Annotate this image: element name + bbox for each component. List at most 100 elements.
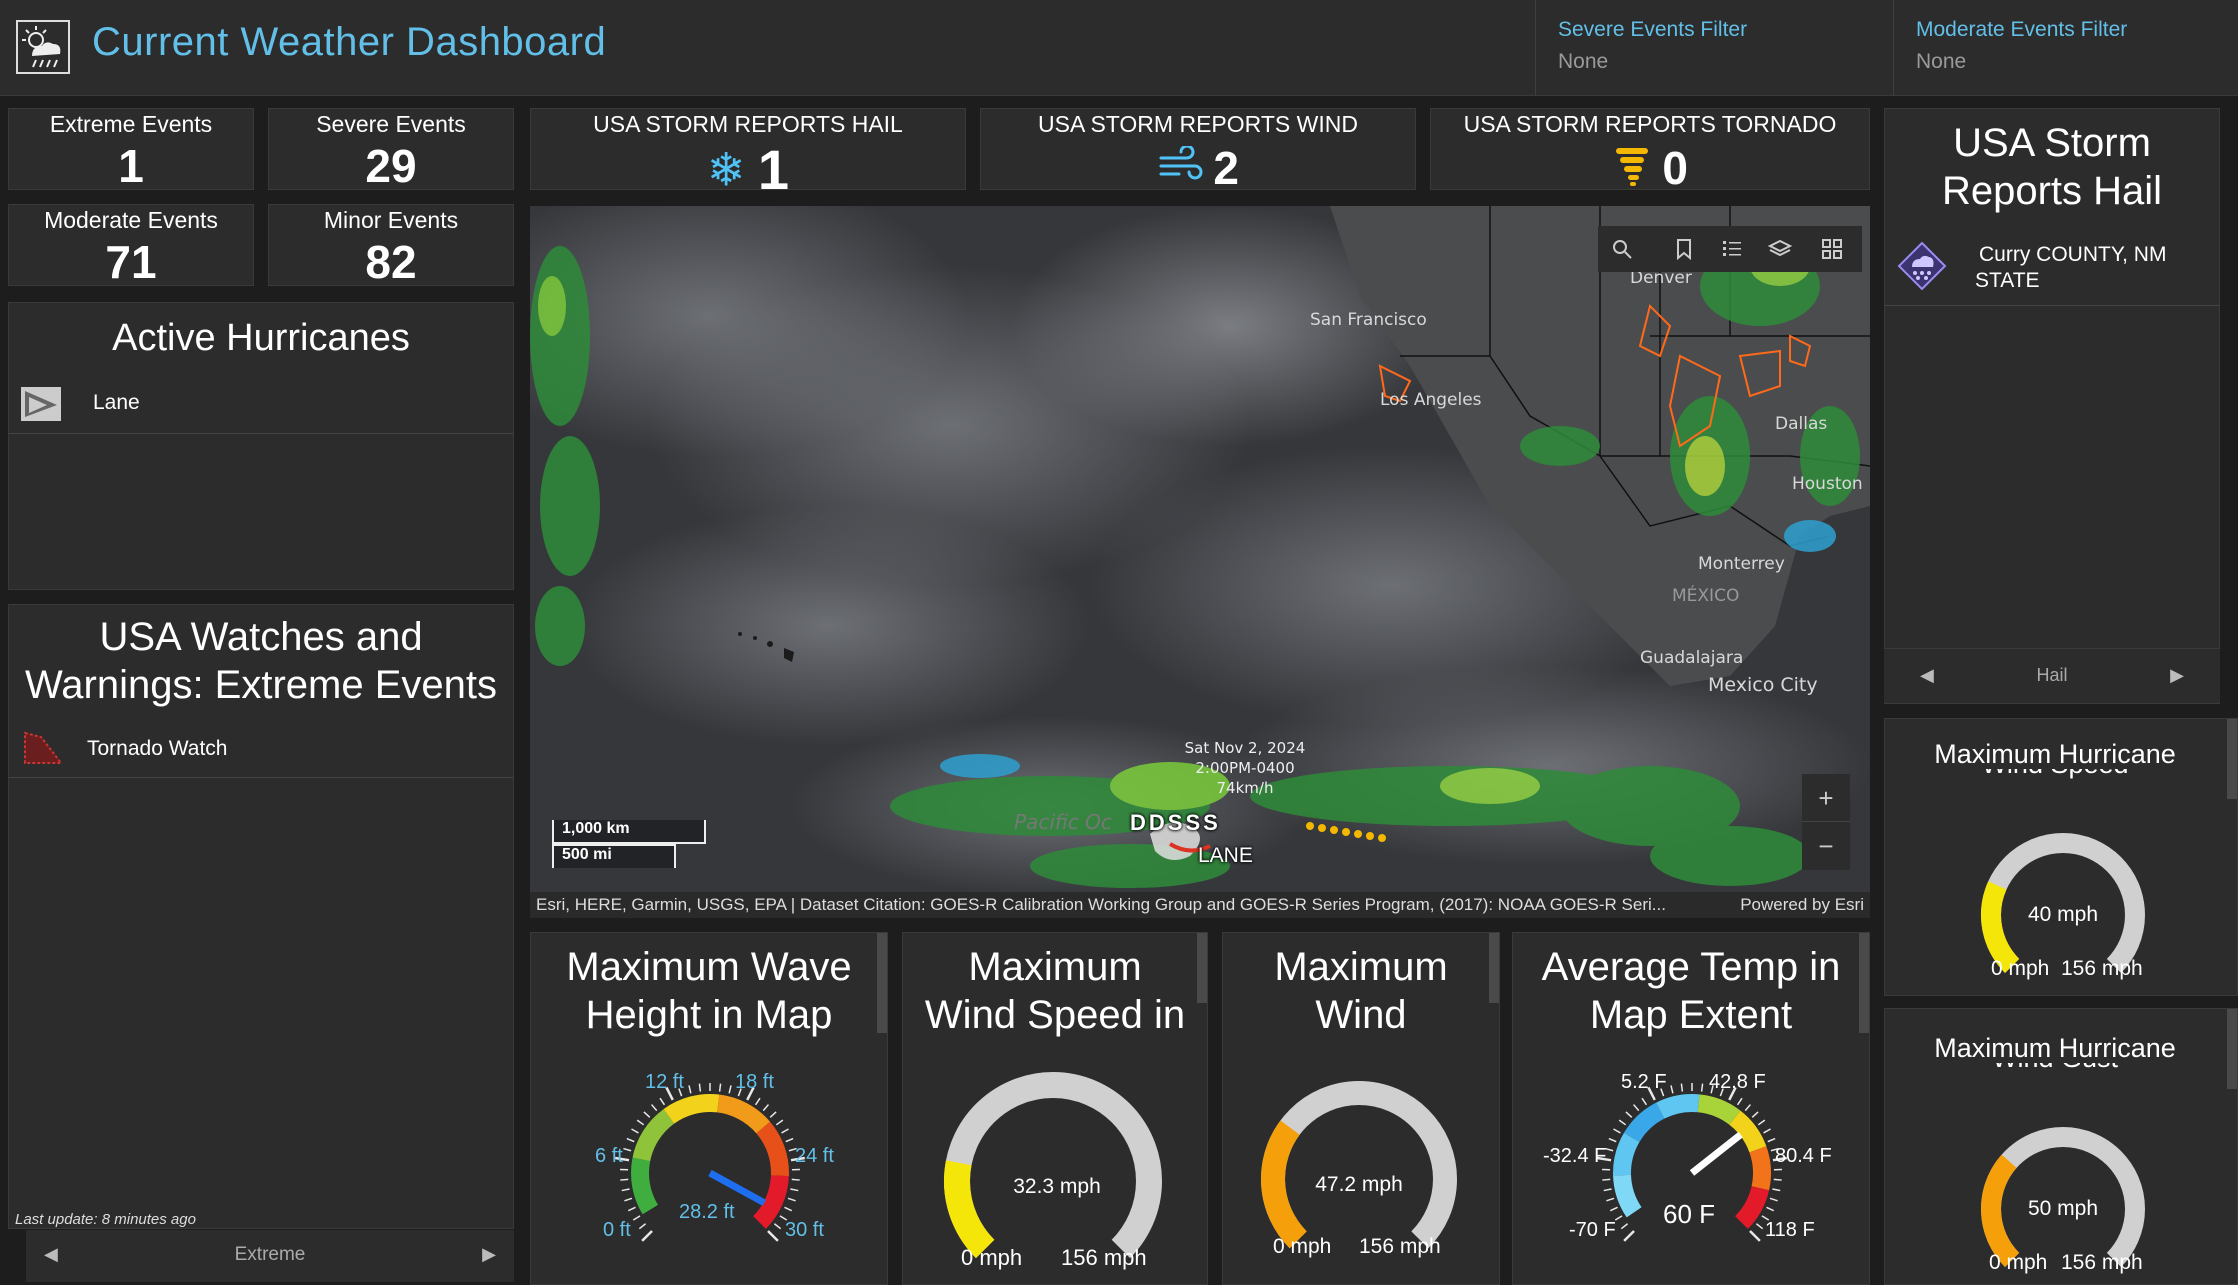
gauge-tick: [1618, 1119, 1627, 1126]
severe-events-indicator: Severe Events 29: [268, 108, 514, 192]
gauge-fill: [1981, 881, 2020, 973]
indicator-value: 2: [1213, 142, 1240, 194]
max-wind-gauge: Maximum Wind 47.2 mph 0 mph 156 mph: [1222, 932, 1500, 1285]
bookmark-icon[interactable]: [1660, 226, 1708, 272]
scrollbar[interactable]: [2227, 1009, 2237, 1089]
list-item[interactable]: Lane: [9, 377, 513, 434]
gauge-tick: [627, 1206, 636, 1212]
gauge-tick: [1767, 1137, 1776, 1143]
storm-time-label: Sat Nov 2, 2024 2:00PM-0400 74km/h: [1130, 738, 1360, 798]
gauge-value: 47.2 mph: [1315, 1173, 1403, 1196]
watch-name: Tornado Watch: [87, 737, 228, 760]
gauge-title-line-2: Wind: [1315, 993, 1407, 1037]
gauge-tick: [688, 1085, 692, 1094]
storm-speed: 74km/h: [1216, 779, 1274, 797]
gauge-track: [944, 1072, 1162, 1259]
hail-reports-list: USA Storm Reports Hail Curry COUNTY, NM …: [1884, 108, 2220, 704]
hail-location-line-2: STATE: [1975, 269, 2040, 292]
gauge-tick: [1609, 1206, 1618, 1212]
gauge-title-line-2: Map Extent: [1589, 993, 1793, 1037]
indicator-label: Moderate Events: [44, 207, 218, 233]
scrollbar[interactable]: [877, 933, 887, 1033]
scale-km: 1,000 km: [552, 820, 706, 844]
active-hurricanes-list: Active Hurricanes Lane: [8, 302, 514, 590]
gauge-tick-label: 6 ft: [595, 1145, 623, 1167]
gauge-tick: [781, 1128, 789, 1134]
indicator-value: 1: [757, 138, 790, 201]
gauge-tick: [1744, 1104, 1752, 1112]
gauge-tick: [728, 1085, 732, 1094]
list-title-line-1: USA Storm: [1953, 121, 2151, 165]
wind-icon: [1157, 144, 1203, 191]
chevron-right-icon[interactable]: ▶: [2170, 665, 2184, 686]
tornado-watch-icon: [21, 729, 65, 767]
search-icon[interactable]: [1598, 226, 1646, 272]
gauge-tick: [1625, 1111, 1633, 1118]
zoom-out-button[interactable]: −: [1802, 822, 1850, 870]
list-title: Active Hurricanes: [112, 317, 410, 359]
gauge-tick: [769, 1111, 777, 1118]
gauge-band: [716, 1094, 771, 1134]
gauge-tick: [1606, 1197, 1615, 1202]
gauge-band: [632, 1109, 675, 1162]
gauge-tick: [1766, 1206, 1775, 1212]
gauge-graphic: [1981, 1127, 2145, 1267]
list-item[interactable]: Tornado Watch: [9, 721, 513, 778]
gauge-band: [631, 1157, 659, 1215]
severe-events-filter[interactable]: Severe Events Filter None: [1535, 0, 1893, 95]
gauge-min-label: 0 mph: [1991, 957, 2050, 980]
indicator-label: Extreme Events: [49, 111, 213, 137]
gauge-tick-label: 18 ft: [735, 1071, 774, 1093]
gauge-tick: [631, 1128, 639, 1134]
max-wave-height-gauge: Maximum Wave Height in Map 0 ft 6 ft 12 …: [530, 932, 888, 1285]
scale-mi: 500 mi: [552, 844, 676, 868]
gauge-tick: [1772, 1188, 1781, 1192]
list-item[interactable]: Curry COUNTY, NM STATE: [1885, 227, 2219, 306]
gauge-tick: [623, 1147, 632, 1152]
gauge-tick: [1773, 1178, 1782, 1181]
gauge-title-line-1: Maximum: [968, 945, 1142, 989]
weather-map[interactable]: San Francisco Los Angeles Denver Dallas …: [530, 206, 1870, 892]
gauge-graphic: [944, 1072, 1162, 1259]
scrollbar[interactable]: [2227, 719, 2237, 799]
last-update-text: Last update: 8 minutes ago: [15, 1211, 196, 1228]
layers-icon[interactable]: [1756, 226, 1804, 272]
gauge-title: Maximum Hurricane: [1885, 1031, 2225, 1065]
tornado-icon: [1612, 144, 1652, 193]
gauge-max-label: 156 mph: [2061, 957, 2143, 980]
indicator-value: 29: [365, 140, 417, 192]
gauge-tick: [659, 1097, 666, 1106]
map-attribution-bar: Esri, HERE, Garmin, USGS, EPA | Dataset …: [530, 892, 1870, 918]
gauge-tick: [620, 1178, 629, 1181]
scrollbar[interactable]: [1489, 933, 1499, 1003]
powered-by-esri[interactable]: Powered by Esri: [1730, 895, 1864, 915]
gauge-tick: [1623, 1230, 1635, 1242]
indicator-label: Severe Events: [316, 111, 466, 137]
list-title-line-2: Reports Hail: [1941, 169, 2163, 213]
zoom-in-button[interactable]: +: [1802, 774, 1850, 822]
gauge-max-label: 156 mph: [2061, 1251, 2143, 1274]
legend-icon[interactable]: [1708, 226, 1756, 272]
gauge-tick: [643, 1111, 651, 1118]
scrollbar[interactable]: [1197, 933, 1207, 1003]
map-city-label: Mexico City: [1708, 674, 1818, 696]
gauge-value: 50 mph: [2027, 1197, 2099, 1220]
scrollbar[interactable]: [1859, 933, 1869, 1033]
gauge-tick: [718, 1083, 722, 1092]
gauge-title-line-1: Maximum Wave: [566, 945, 852, 989]
gauge-tick: [767, 1230, 779, 1242]
severe-filter-label: Severe Events Filter: [1558, 18, 1748, 41]
map-city-label: Guadalajara: [1640, 648, 1744, 668]
chevron-right-icon[interactable]: ▶: [482, 1244, 496, 1265]
gauge-title-line-1: Maximum Hurricane: [1934, 1033, 2176, 1063]
attribution-text: Esri, HERE, Garmin, USGS, EPA | Dataset …: [536, 895, 1666, 914]
extreme-events-indicator: Extreme Events 1: [8, 108, 254, 192]
map-toolbar: [1598, 226, 1862, 272]
gauge-tick: [1632, 1104, 1640, 1112]
gauge-value: 32.3 mph: [1013, 1175, 1101, 1198]
map-country-label: MÉXICO: [1672, 586, 1740, 606]
storm-time-line-1: Sat Nov 2, 2024: [1184, 739, 1306, 757]
gauge-tick-label: 30 ft: [785, 1219, 824, 1241]
moderate-events-filter[interactable]: Moderate Events Filter None: [1893, 0, 2238, 95]
basemap-gallery-icon[interactable]: [1808, 226, 1856, 272]
